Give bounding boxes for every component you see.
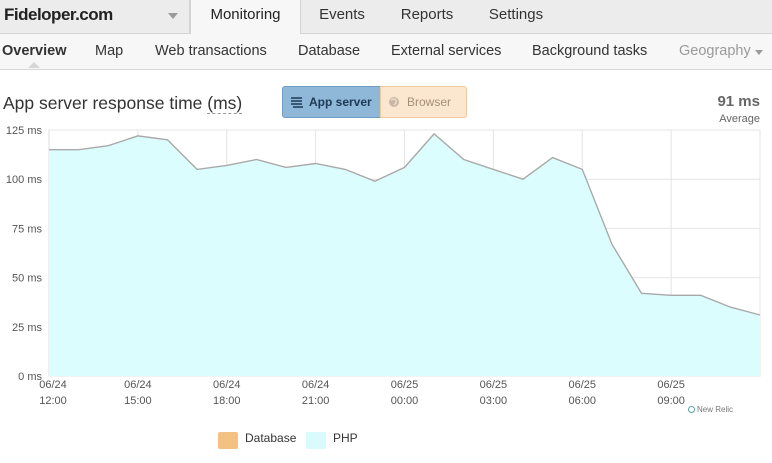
x-tick-date: 06/24 [213, 379, 241, 391]
x-tick-time: 03:00 [480, 395, 508, 407]
legend-php[interactable]: PHP [333, 431, 358, 445]
x-tick-date: 06/25 [391, 379, 419, 391]
x-tick-date: 06/24 [39, 379, 67, 391]
y-tick-label: 25 ms [12, 322, 42, 334]
new-relic-logo-icon [688, 406, 695, 413]
y-tick-label: 75 ms [12, 223, 42, 235]
x-tick-time: 00:00 [391, 395, 419, 407]
x-tick-date: 06/24 [302, 379, 330, 391]
x-tick-time: 12:00 [39, 395, 67, 407]
x-tick-date: 06/25 [480, 379, 508, 391]
response-time-chart: 0 ms25 ms50 ms75 ms100 ms125 ms 06/2412:… [6, 125, 761, 407]
x-axis: 06/24 12:00 06/24 15:00 06/24 18:00 06/24 21:00… [39, 379, 685, 407]
credit-text: New Relic [697, 405, 734, 414]
x-tick-time: 09:00 [657, 395, 685, 407]
y-axis: 0 ms25 ms50 ms75 ms100 ms125 ms [6, 125, 43, 383]
x-tick-time: 06:00 [568, 395, 596, 407]
y-tick-label: 50 ms [12, 273, 42, 285]
legend-swatch-php [306, 432, 326, 449]
x-tick-date: 06/25 [568, 379, 596, 391]
x-tick-date: 06/25 [657, 379, 685, 391]
x-tick-time: 18:00 [213, 395, 241, 407]
x-tick-date: 06/24 [124, 379, 152, 391]
new-relic-credit: New Relic [688, 405, 733, 414]
y-tick-label: 125 ms [6, 125, 43, 137]
x-tick-time: 21:00 [302, 395, 330, 407]
legend-database[interactable]: Database [245, 431, 296, 445]
y-tick-label: 100 ms [6, 174, 43, 186]
x-tick-time: 15:00 [124, 395, 152, 407]
legend-swatch-database [218, 432, 238, 449]
